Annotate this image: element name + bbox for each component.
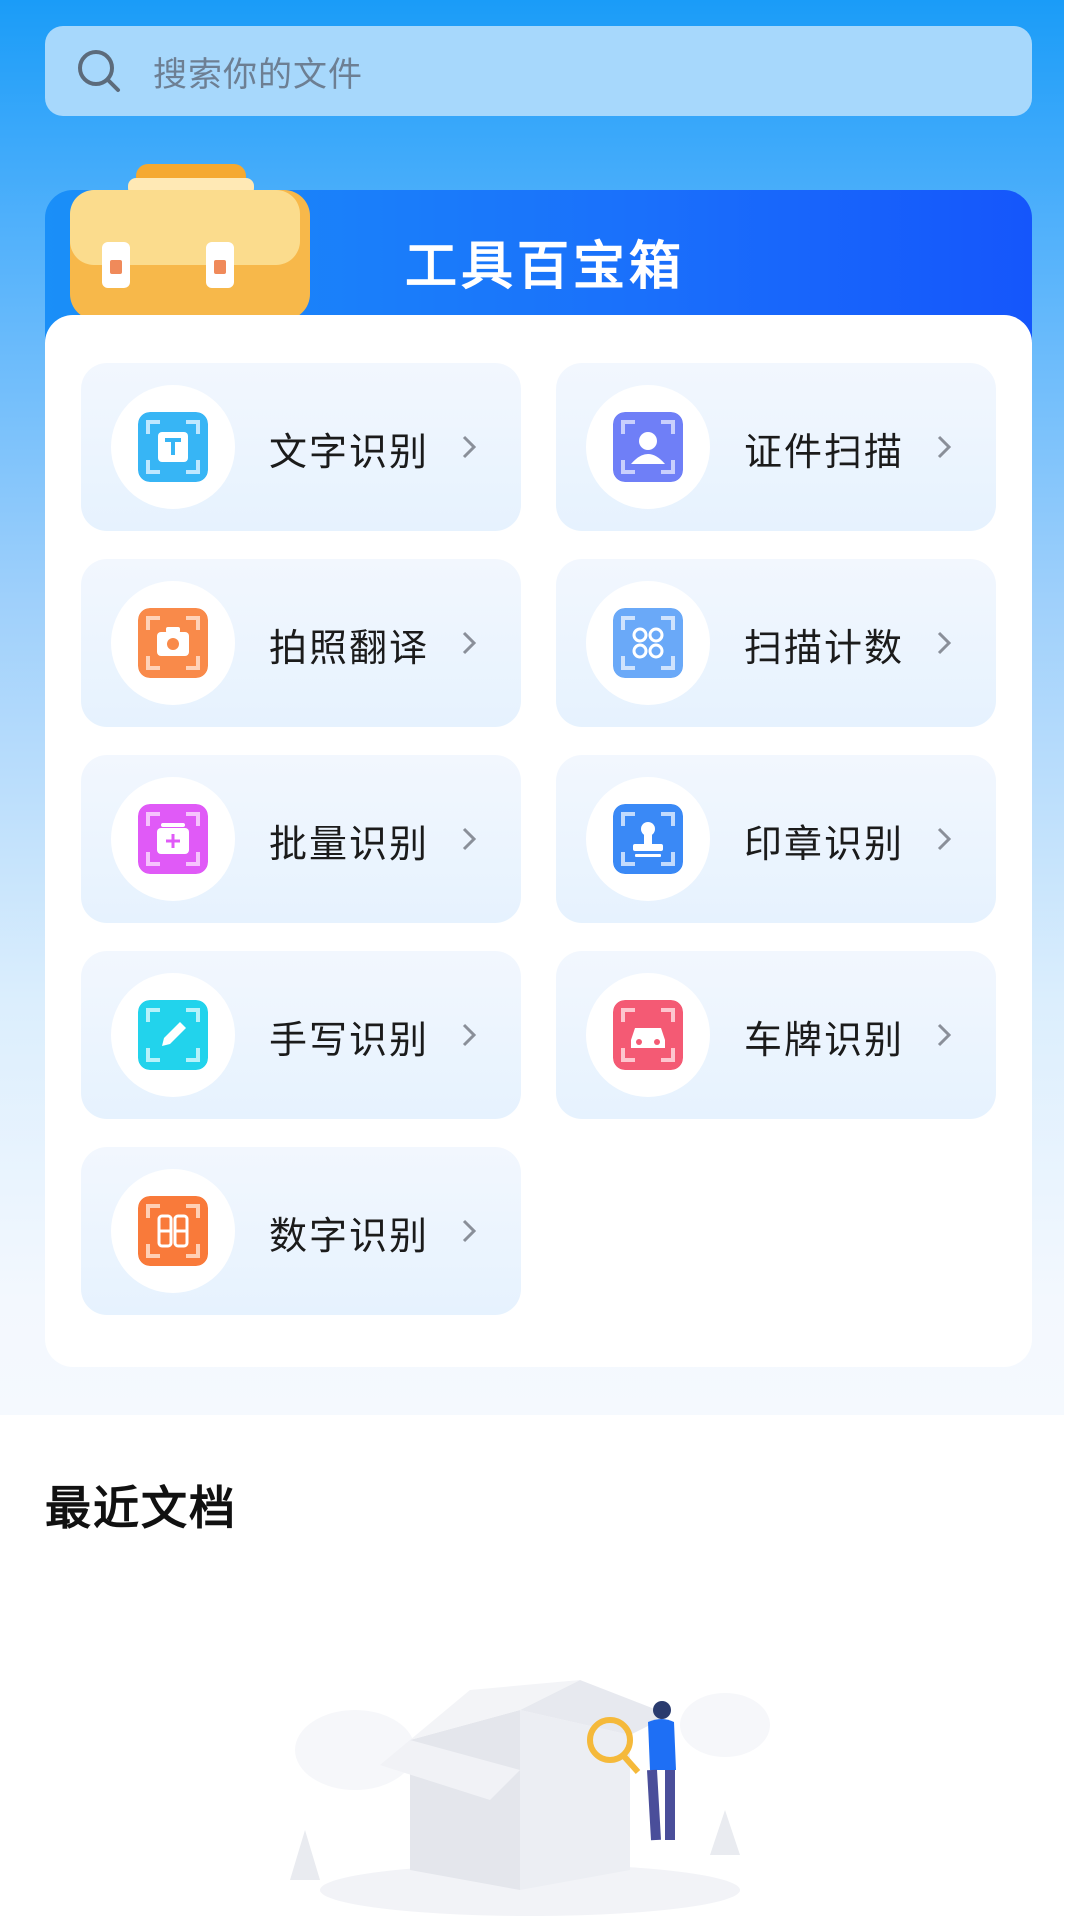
toolbox-title: 工具百宝箱	[405, 237, 686, 297]
chevron-right-icon	[462, 435, 477, 459]
chevron-right-icon	[462, 631, 477, 655]
tool-label: 证件扫描	[744, 430, 905, 474]
search-input[interactable]: 搜索你的文件	[153, 47, 363, 96]
chevron-right-icon	[937, 631, 952, 655]
toolbox-illustration-icon	[70, 164, 310, 315]
search-bar[interactable]: 搜索你的文件	[45, 26, 1032, 116]
tool-icon-circle	[111, 1169, 235, 1293]
digit-recognition-icon	[138, 1196, 208, 1266]
tool-label: 印章识别	[744, 822, 905, 866]
tool-icon-circle	[586, 973, 710, 1097]
tool-card-handwriting[interactable]: 手写识别	[81, 951, 521, 1119]
search-icon	[75, 47, 123, 95]
handwriting-icon	[138, 1000, 208, 1070]
toolbox-panel: 文字识别 证件扫描 拍照翻译 扫描计数 批量识别 印章识别 手写识别 车牌识别 …	[45, 315, 1032, 1367]
empty-box-illustration-icon	[290, 1680, 770, 1916]
tool-card-batch-recognition[interactable]: 批量识别	[81, 755, 521, 923]
chevron-right-icon	[462, 1023, 477, 1047]
license-plate-icon	[613, 1000, 683, 1070]
tool-label: 批量识别	[269, 822, 430, 866]
chevron-right-icon	[462, 1219, 477, 1243]
tool-label: 车牌识别	[744, 1018, 905, 1062]
tool-card-camera-translate[interactable]: 拍照翻译	[81, 559, 521, 727]
chevron-right-icon	[937, 827, 952, 851]
chevron-right-icon	[937, 435, 952, 459]
tool-icon-circle	[111, 581, 235, 705]
chevron-right-icon	[462, 827, 477, 851]
tool-card-scan-count[interactable]: 扫描计数	[556, 559, 996, 727]
stamp-recognition-icon	[613, 804, 683, 874]
camera-translate-icon	[138, 608, 208, 678]
scan-count-icon	[613, 608, 683, 678]
tool-card-id-scan[interactable]: 证件扫描	[556, 363, 996, 531]
tool-label: 扫描计数	[744, 626, 905, 670]
tool-card-text-recognition[interactable]: 文字识别	[81, 363, 521, 531]
tool-icon-circle	[111, 385, 235, 509]
id-scan-icon	[613, 412, 683, 482]
tool-label: 拍照翻译	[269, 626, 430, 670]
tool-icon-circle	[111, 973, 235, 1097]
tool-card-license-plate[interactable]: 车牌识别	[556, 951, 996, 1119]
tool-card-stamp-recognition[interactable]: 印章识别	[556, 755, 996, 923]
batch-recognition-icon	[138, 804, 208, 874]
tool-label: 数字识别	[269, 1214, 430, 1258]
tool-icon-circle	[111, 777, 235, 901]
tool-label: 手写识别	[269, 1018, 430, 1062]
recent-documents-title: 最近文档	[45, 1481, 237, 1535]
text-recognition-icon	[138, 412, 208, 482]
tool-icon-circle	[586, 581, 710, 705]
chevron-right-icon	[937, 1023, 952, 1047]
tool-label: 文字识别	[269, 430, 430, 474]
tool-card-digit-recognition[interactable]: 数字识别	[81, 1147, 521, 1315]
tool-icon-circle	[586, 777, 710, 901]
tool-icon-circle	[586, 385, 710, 509]
